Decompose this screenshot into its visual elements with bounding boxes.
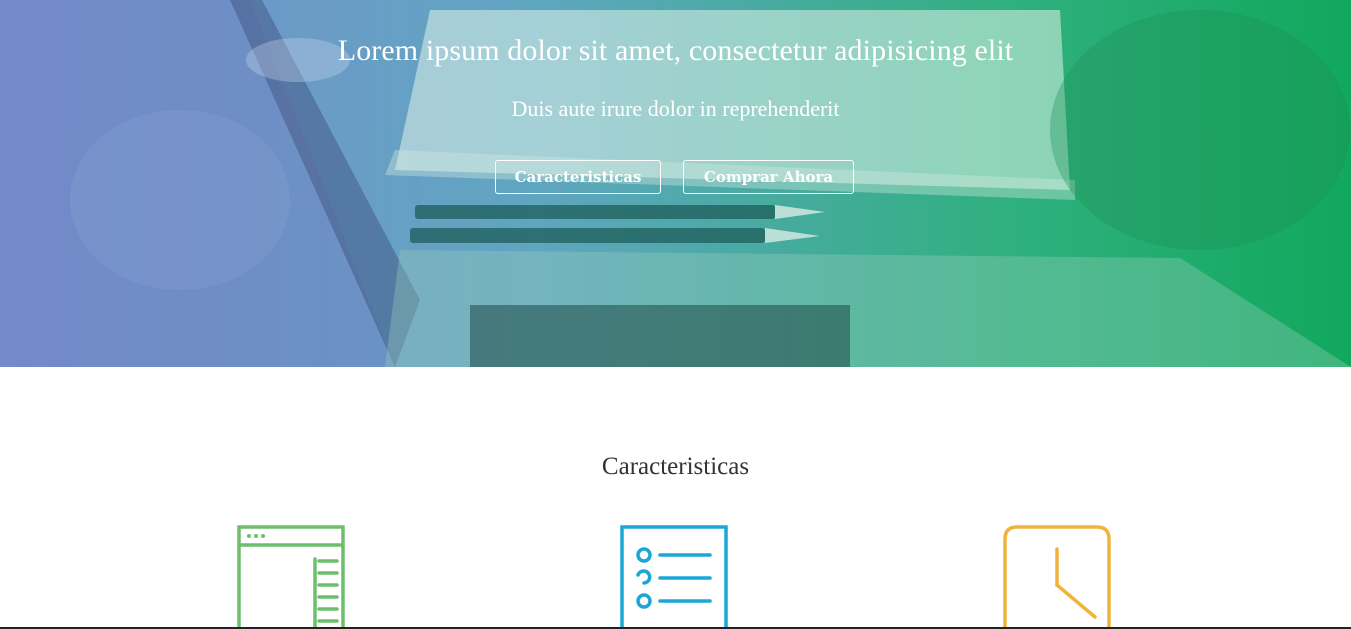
features-title: Caracteristicas — [601, 453, 750, 480]
hero-section: Lorem ipsum dolor sit amet, consectetur … — [0, 0, 1351, 367]
hero-title: Lorem ipsum dolor sit amet, consectetur … — [337, 34, 1014, 67]
buy-now-button[interactable]: Comprar Ahora — [683, 160, 854, 194]
clock-icon — [1003, 525, 1111, 629]
checklist-icon — [620, 525, 728, 629]
features-section: Caracteristicas — [0, 367, 1351, 629]
hero-subtitle: Duis aute irure dolor in reprehenderit — [511, 96, 840, 121]
features-button[interactable]: Caracteristicas — [495, 160, 661, 194]
browser-layout-icon — [237, 525, 345, 629]
hero-buttons: Caracteristicas Comprar Ahora — [495, 160, 854, 194]
